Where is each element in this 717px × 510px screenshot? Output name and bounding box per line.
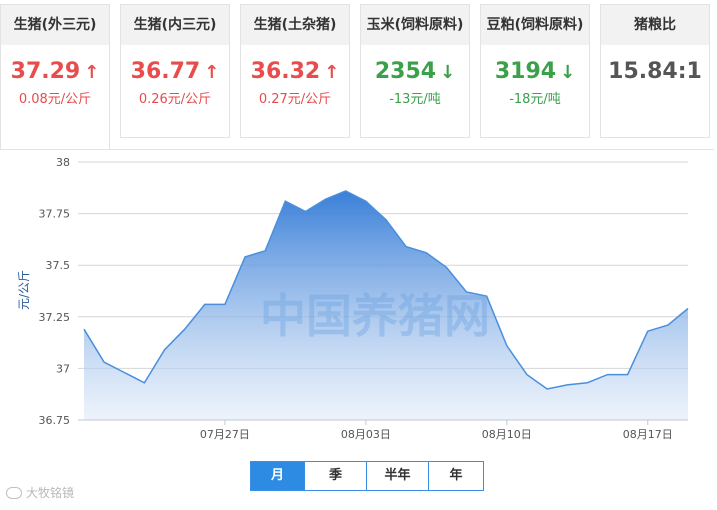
x-tick-label: 08月10日 bbox=[482, 428, 532, 441]
data-point[interactable] bbox=[603, 371, 611, 379]
data-point[interactable] bbox=[362, 197, 370, 205]
arrow-down-icon: ↓ bbox=[560, 62, 576, 83]
card-pig-grain-ratio[interactable]: 猪粮比 15.84:1 bbox=[600, 4, 710, 138]
data-point[interactable] bbox=[583, 379, 591, 387]
x-tick-label: 08月17日 bbox=[623, 428, 673, 441]
card-change: 0.27元/公斤 bbox=[258, 92, 332, 107]
data-point[interactable] bbox=[322, 195, 330, 203]
arrow-up-icon: ↑ bbox=[84, 62, 100, 83]
card-pig-neisanyuan[interactable]: 生猪(内三元) 36.77 ↑ 0.26元/公斤 bbox=[120, 4, 230, 138]
y-tick-label: 37 bbox=[56, 362, 70, 375]
card-change: 0.26元/公斤 bbox=[138, 92, 212, 107]
card-title: 生猪(外三元) bbox=[1, 5, 109, 45]
data-point[interactable] bbox=[342, 187, 350, 195]
card-price: 2354 ↓ bbox=[374, 59, 456, 84]
data-point[interactable] bbox=[684, 305, 692, 313]
card-title: 玉米(饲料原料) bbox=[361, 5, 469, 45]
data-point[interactable] bbox=[382, 216, 390, 224]
data-point[interactable] bbox=[261, 247, 269, 255]
card-price: 15.84:1 bbox=[608, 59, 702, 84]
data-point[interactable] bbox=[281, 197, 289, 205]
card-change: -13元/吨 bbox=[389, 92, 441, 107]
data-point[interactable] bbox=[201, 300, 209, 308]
card-price: 37.29 ↑ bbox=[10, 59, 100, 84]
card-pig-waisanyuan[interactable]: 生猪(外三元) 37.29 ↑ 0.08元/公斤 bbox=[0, 4, 110, 150]
watermark: 中国养猪网 bbox=[260, 289, 490, 343]
data-point[interactable] bbox=[543, 385, 551, 393]
data-point[interactable] bbox=[442, 263, 450, 271]
data-point[interactable] bbox=[301, 208, 309, 216]
card-price: 36.77 ↑ bbox=[130, 59, 220, 84]
card-price: 36.32 ↑ bbox=[250, 59, 340, 84]
data-point[interactable] bbox=[241, 253, 249, 261]
data-point[interactable] bbox=[221, 300, 229, 308]
arrow-up-icon: ↑ bbox=[204, 62, 220, 83]
arrow-up-icon: ↑ bbox=[324, 62, 340, 83]
data-point[interactable] bbox=[503, 342, 511, 350]
card-title: 豆粕(饲料原料) bbox=[481, 5, 589, 45]
y-tick-label: 37.25 bbox=[39, 311, 71, 324]
card-title: 生猪(内三元) bbox=[121, 5, 229, 45]
card-soymeal[interactable]: 豆粕(饲料原料) 3194 ↓ -18元/吨 bbox=[480, 4, 590, 138]
tab-month[interactable]: 月 bbox=[251, 462, 305, 490]
data-point[interactable] bbox=[181, 325, 189, 333]
x-tick-label: 07月27日 bbox=[200, 428, 250, 441]
data-point[interactable] bbox=[422, 249, 430, 257]
y-axis-label: 元/公斤 bbox=[17, 270, 31, 310]
arrow-down-icon: ↓ bbox=[440, 62, 456, 83]
card-change: -18元/吨 bbox=[509, 92, 561, 107]
chart-panel: 中国养猪网 36.75 37 37.25 37.5 37.75 38 07月27日 08月03… bbox=[0, 149, 714, 505]
data-point[interactable] bbox=[140, 379, 148, 387]
data-point[interactable] bbox=[161, 346, 169, 354]
data-point[interactable] bbox=[402, 243, 410, 251]
y-tick-label: 37.5 bbox=[46, 259, 71, 272]
data-point[interactable] bbox=[120, 369, 128, 377]
card-title: 猪粮比 bbox=[601, 5, 709, 45]
tab-quarter[interactable]: 季 bbox=[305, 462, 367, 490]
data-point[interactable] bbox=[100, 358, 108, 366]
card-corn[interactable]: 玉米(饲料原料) 2354 ↓ -13元/吨 bbox=[360, 4, 470, 138]
data-point[interactable] bbox=[644, 327, 652, 335]
y-tick-label: 38 bbox=[56, 156, 70, 169]
y-tick-label: 36.75 bbox=[39, 414, 71, 427]
brand-watermark: 大牧铭镜 bbox=[6, 484, 74, 501]
card-change: 0.08元/公斤 bbox=[18, 92, 92, 107]
data-point[interactable] bbox=[624, 371, 632, 379]
range-tabs: 月 季 半年 年 bbox=[250, 461, 484, 491]
data-point[interactable] bbox=[664, 321, 672, 329]
price-chart: 中国养猪网 36.75 37 37.25 37.5 37.75 38 07月27日 08月03… bbox=[17, 156, 692, 441]
card-price: 3194 ↓ bbox=[494, 59, 576, 84]
data-point[interactable] bbox=[523, 371, 531, 379]
x-tick-label: 08月03日 bbox=[341, 428, 391, 441]
y-tick-label: 37.75 bbox=[39, 208, 71, 221]
tab-year[interactable]: 年 bbox=[429, 462, 483, 490]
card-title: 生猪(土杂猪) bbox=[241, 5, 349, 45]
data-point[interactable] bbox=[563, 381, 571, 389]
tab-half-year[interactable]: 半年 bbox=[367, 462, 429, 490]
card-pig-tuzazhu[interactable]: 生猪(土杂猪) 36.32 ↑ 0.27元/公斤 bbox=[240, 4, 350, 138]
data-point[interactable] bbox=[80, 325, 88, 333]
brand-logo-icon bbox=[6, 486, 22, 499]
price-cards: 生猪(外三元) 37.29 ↑ 0.08元/公斤 生猪(内三元) 36.77 ↑ 0… bbox=[0, 0, 717, 150]
